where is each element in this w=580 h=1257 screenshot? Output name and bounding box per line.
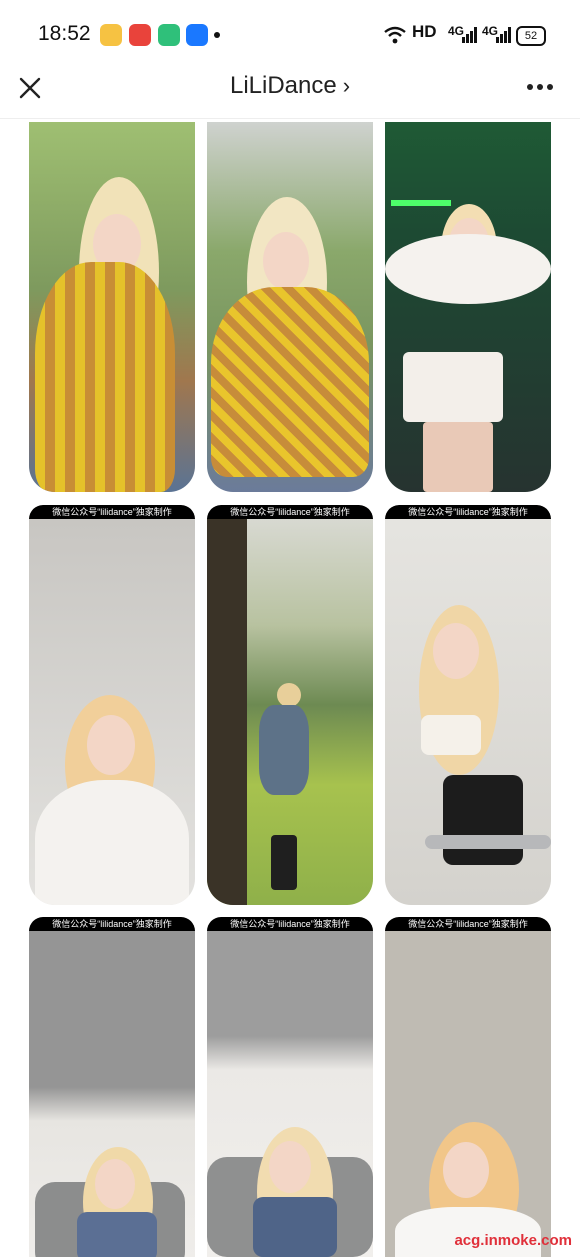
app-icon bbox=[158, 24, 180, 46]
wechat-banner: 微信公众号“lilidance”独家制作 bbox=[29, 505, 195, 519]
notification-dot bbox=[214, 32, 220, 38]
photo-tile[interactable]: 微信公众号“lilidance”独家制作 bbox=[207, 917, 373, 1257]
photo-tile[interactable] bbox=[29, 122, 195, 492]
photo-tile[interactable]: 微信公众号“lilidance”独家制作 bbox=[207, 505, 373, 905]
photo-tile[interactable]: 微信公众号“lilidance”独家制作 bbox=[29, 505, 195, 905]
top-shape bbox=[385, 234, 551, 304]
face-shape bbox=[433, 623, 479, 679]
skirt-shape bbox=[403, 352, 503, 422]
photo-tile[interactable]: 微信公众号“lilidance”独家制作 bbox=[385, 917, 551, 1257]
top-shape bbox=[421, 715, 481, 755]
photo-tile[interactable]: 微信公众号“lilidance”独家制作 bbox=[29, 917, 195, 1257]
face-shape bbox=[95, 1159, 135, 1209]
top-shape bbox=[253, 1197, 337, 1257]
photo-tile[interactable] bbox=[207, 122, 373, 492]
cardigan-shape bbox=[211, 287, 369, 477]
watermark: acg.inmoke.com bbox=[454, 1232, 572, 1249]
chevron-right-icon: › bbox=[342, 73, 351, 98]
face-shape bbox=[269, 1141, 311, 1193]
wifi-icon bbox=[384, 26, 406, 44]
page-title[interactable]: LiLiDance › bbox=[0, 72, 580, 100]
title-text: LiLiDance bbox=[229, 72, 337, 99]
map-icon bbox=[129, 24, 151, 46]
wechat-banner: 微信公众号“lilidance”独家制作 bbox=[385, 505, 551, 519]
boots-shape bbox=[271, 835, 297, 890]
hair-shape bbox=[277, 683, 301, 707]
battery-indicator: 52 bbox=[516, 26, 546, 46]
face-shape bbox=[443, 1142, 489, 1198]
photo-tile[interactable] bbox=[385, 122, 551, 492]
sweatshirt-shape bbox=[35, 780, 189, 905]
more-options-icon[interactable] bbox=[520, 72, 560, 102]
signal-icon-1 bbox=[462, 27, 477, 43]
shorts-shape bbox=[443, 775, 523, 865]
wechat-banner: 微信公众号“lilidance”独家制作 bbox=[207, 505, 373, 519]
face-shape bbox=[263, 232, 309, 290]
railing-shape bbox=[425, 835, 551, 849]
signal-icon-2 bbox=[496, 27, 511, 43]
green-light-shape bbox=[391, 200, 451, 206]
status-time: 18:52 bbox=[38, 22, 91, 45]
cardigan-shape bbox=[35, 262, 175, 492]
weibo-icon bbox=[100, 24, 122, 46]
top-shape bbox=[77, 1212, 157, 1257]
photo-tile[interactable]: 微信公众号“lilidance”独家制作 bbox=[385, 505, 551, 905]
hd-label: HD bbox=[412, 22, 437, 41]
alipay-icon bbox=[186, 24, 208, 46]
status-bar: 18:52 HD 4G 4G 52 bbox=[0, 0, 580, 62]
wechat-banner: 微信公众号“lilidance”独家制作 bbox=[207, 917, 373, 931]
tree-trunk-shape bbox=[207, 519, 247, 905]
wechat-banner: 微信公众号“lilidance”独家制作 bbox=[385, 917, 551, 931]
legs-shape bbox=[423, 422, 493, 492]
jacket-shape bbox=[259, 705, 309, 795]
wechat-banner: 微信公众号“lilidance”独家制作 bbox=[29, 917, 195, 931]
face-shape bbox=[87, 715, 135, 775]
top-nav-bar: LiLiDance › bbox=[0, 62, 580, 119]
